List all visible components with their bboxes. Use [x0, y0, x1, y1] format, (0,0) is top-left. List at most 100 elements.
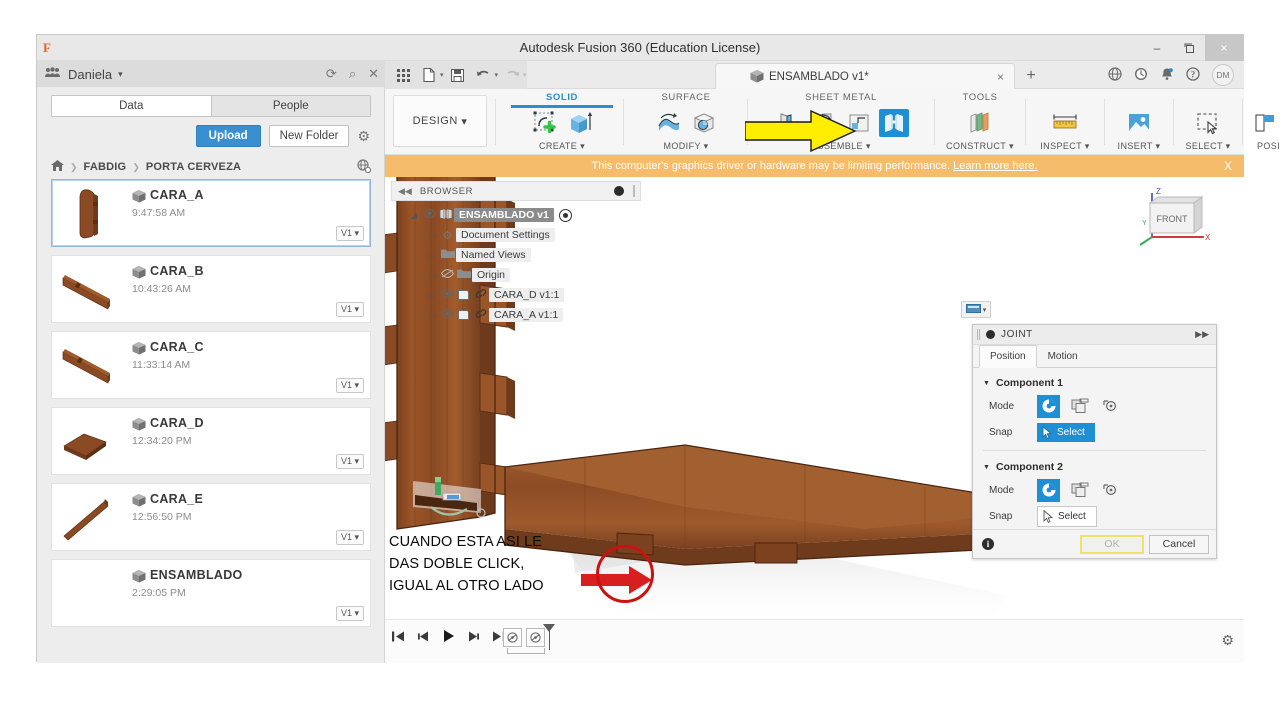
close-tab-icon[interactable]: × [997, 70, 1004, 84]
activate-component-icon[interactable] [558, 208, 572, 222]
visibility-hidden-icon[interactable] [439, 269, 455, 281]
expand-arrow-icon[interactable]: ▷ [425, 311, 439, 320]
ribbon-group-inspect-label[interactable]: INSPECT ▾ [1029, 141, 1101, 152]
surface-patch-icon[interactable] [654, 109, 684, 137]
joint-feature-icon[interactable] [503, 628, 522, 647]
upload-button[interactable]: Upload [195, 125, 261, 147]
breadcrumb-item-fabdig[interactable]: FABDIG [84, 161, 127, 173]
gear-icon[interactable]: ⚙ [357, 128, 370, 145]
list-item[interactable]: CARA_B 10:43:26 AM V1 ▾ [51, 255, 371, 323]
breadcrumb-item-porta-cerveza[interactable]: PORTA CERVEZA [146, 161, 241, 173]
list-item[interactable]: ENSAMBLADO 2:29:05 PM V1 ▾ [51, 559, 371, 627]
view-cube[interactable]: Z X Y FRONT [1132, 185, 1216, 251]
chevron-down-icon[interactable]: ▾ [983, 306, 987, 314]
search-icon[interactable]: ⌕ [349, 66, 356, 82]
mode-simple-icon[interactable] [1037, 394, 1060, 418]
collapse-triangle-icon[interactable]: ▼ [983, 380, 990, 387]
expand-icon[interactable]: ▶▶ [1195, 329, 1209, 340]
3d-canvas[interactable]: ◀◀ BROWSER ◢ ENSAMBLADO v1 ▷ ⚙ Document … [385, 177, 1244, 663]
version-badge[interactable]: V1 ▾ [335, 454, 364, 469]
measure-icon[interactable] [1050, 109, 1080, 137]
mode-pin-slot-icon[interactable] [1099, 479, 1122, 502]
close-panel-icon[interactable]: ✕ [368, 66, 379, 82]
expand-arrow-icon[interactable]: ▷ [425, 231, 439, 240]
ribbon-group-modify-label[interactable]: MODIFY ▾ [627, 141, 745, 152]
tree-item-cara-a[interactable]: ▷ CARA_A v1:1 [391, 305, 641, 325]
tab-position[interactable]: Position [979, 345, 1037, 368]
resize-grip[interactable] [633, 185, 635, 197]
refresh-icon[interactable]: ⟳ [326, 66, 337, 82]
mode-simple-icon[interactable] [1037, 478, 1060, 502]
tree-item-named-views[interactable]: ▷ Named Views [391, 245, 641, 265]
create-sketch-icon[interactable] [530, 109, 560, 137]
avatar[interactable]: DM [1212, 64, 1234, 86]
dialog-pin-icon[interactable] [986, 330, 995, 339]
ribbon-group-position-label[interactable]: POSITION ▾ [1246, 141, 1280, 152]
add-tab-button[interactable]: + [1015, 63, 1047, 89]
step-forward-icon[interactable] [467, 630, 480, 648]
assemble-joint-icon[interactable] [878, 109, 909, 137]
minimize-button[interactable]: – [1141, 35, 1173, 61]
expand-arrow-icon[interactable]: ▷ [425, 271, 439, 280]
ok-button[interactable]: OK [1080, 534, 1144, 554]
notification-bell-icon[interactable] [1160, 67, 1174, 84]
collapse-triangle-icon[interactable]: ▼ [983, 464, 990, 471]
mode-between-two-faces-icon[interactable] [1068, 395, 1091, 418]
play-icon[interactable] [442, 629, 455, 648]
list-item[interactable]: CARA_E 12:56:50 PM V1 ▾ [51, 483, 371, 551]
timeline-marker[interactable] [543, 624, 555, 650]
help-icon[interactable]: ? [1186, 66, 1200, 84]
visibility-eye-icon[interactable] [421, 209, 437, 221]
mode-between-two-faces-icon[interactable] [1068, 479, 1091, 502]
workspace-selector[interactable]: DESIGN ▾ [393, 95, 487, 147]
chevron-down-icon[interactable]: ▾ [523, 71, 527, 79]
cancel-button[interactable]: Cancel [1149, 534, 1209, 554]
select-window-icon[interactable] [1193, 109, 1223, 137]
redo-icon[interactable] [500, 61, 524, 89]
construct-plane-icon[interactable] [965, 109, 995, 137]
chevron-down-icon[interactable]: ▾ [118, 69, 123, 80]
version-badge[interactable]: V1 ▾ [335, 302, 364, 317]
section-component-2[interactable]: ▼ Component 2 [973, 456, 1216, 477]
snap-select-button-1[interactable]: Select [1037, 422, 1095, 442]
recent-clock-icon[interactable] [1134, 67, 1148, 84]
extrude-icon[interactable] [565, 109, 595, 137]
info-icon[interactable]: i [982, 538, 994, 550]
chevron-down-icon[interactable]: ▾ [440, 71, 444, 79]
maximize-button[interactable] [1173, 35, 1205, 61]
position-align-icon[interactable] [1253, 109, 1280, 137]
expand-arrow-icon[interactable]: ▷ [425, 291, 439, 300]
list-item[interactable]: CARA_A 9:47:58 AM V1 ▾ [51, 179, 371, 247]
tree-item-cara-d[interactable]: ▷ CARA_D v1:1 [391, 285, 641, 305]
version-badge[interactable]: V1 ▾ [335, 378, 364, 393]
ribbon-group-create-label[interactable]: CREATE ▾ [503, 141, 621, 152]
ribbon-tab-surface[interactable]: SURFACE [627, 92, 745, 103]
version-badge[interactable]: V1 ▾ [335, 226, 364, 241]
list-item[interactable]: CARA_C 11:33:14 AM V1 ▾ [51, 331, 371, 399]
list-item[interactable]: CARA_D 12:34:20 PM V1 ▾ [51, 407, 371, 475]
tab-data[interactable]: Data [52, 96, 211, 116]
go-to-beginning-icon[interactable] [391, 630, 405, 648]
tree-item-ensamblado[interactable]: ◢ ENSAMBLADO v1 [391, 205, 641, 225]
globe-icon[interactable] [357, 158, 372, 176]
gear-icon[interactable]: ⚙ [1221, 632, 1234, 649]
tree-item-document-settings[interactable]: ▷ ⚙ Document Settings [391, 225, 641, 245]
globe-job-icon[interactable] [1108, 66, 1122, 84]
insert-image-icon[interactable] [1124, 109, 1154, 137]
ribbon-tab-solid[interactable]: SOLID [503, 92, 621, 103]
save-icon[interactable] [446, 61, 470, 89]
drag-grip-icon[interactable] [977, 329, 980, 340]
tab-motion[interactable]: Motion [1037, 345, 1089, 368]
chevron-down-icon[interactable]: ▾ [495, 71, 499, 79]
browser-pin-icon[interactable] [614, 186, 624, 196]
ribbon-tab-sheet-metal[interactable]: SHEET METAL [751, 92, 931, 103]
expand-arrow-icon[interactable]: ▷ [425, 251, 439, 260]
home-icon[interactable] [51, 160, 64, 174]
close-banner-icon[interactable]: X [1224, 159, 1232, 173]
new-file-icon[interactable] [417, 61, 441, 89]
version-badge[interactable]: V1 ▾ [335, 606, 364, 621]
ribbon-tab-tools[interactable]: TOOLS [938, 92, 1022, 103]
snap-select-button-2[interactable]: Select [1037, 505, 1097, 527]
tab-people[interactable]: People [210, 96, 370, 116]
display-mode-widget[interactable]: ▾ [961, 301, 991, 318]
